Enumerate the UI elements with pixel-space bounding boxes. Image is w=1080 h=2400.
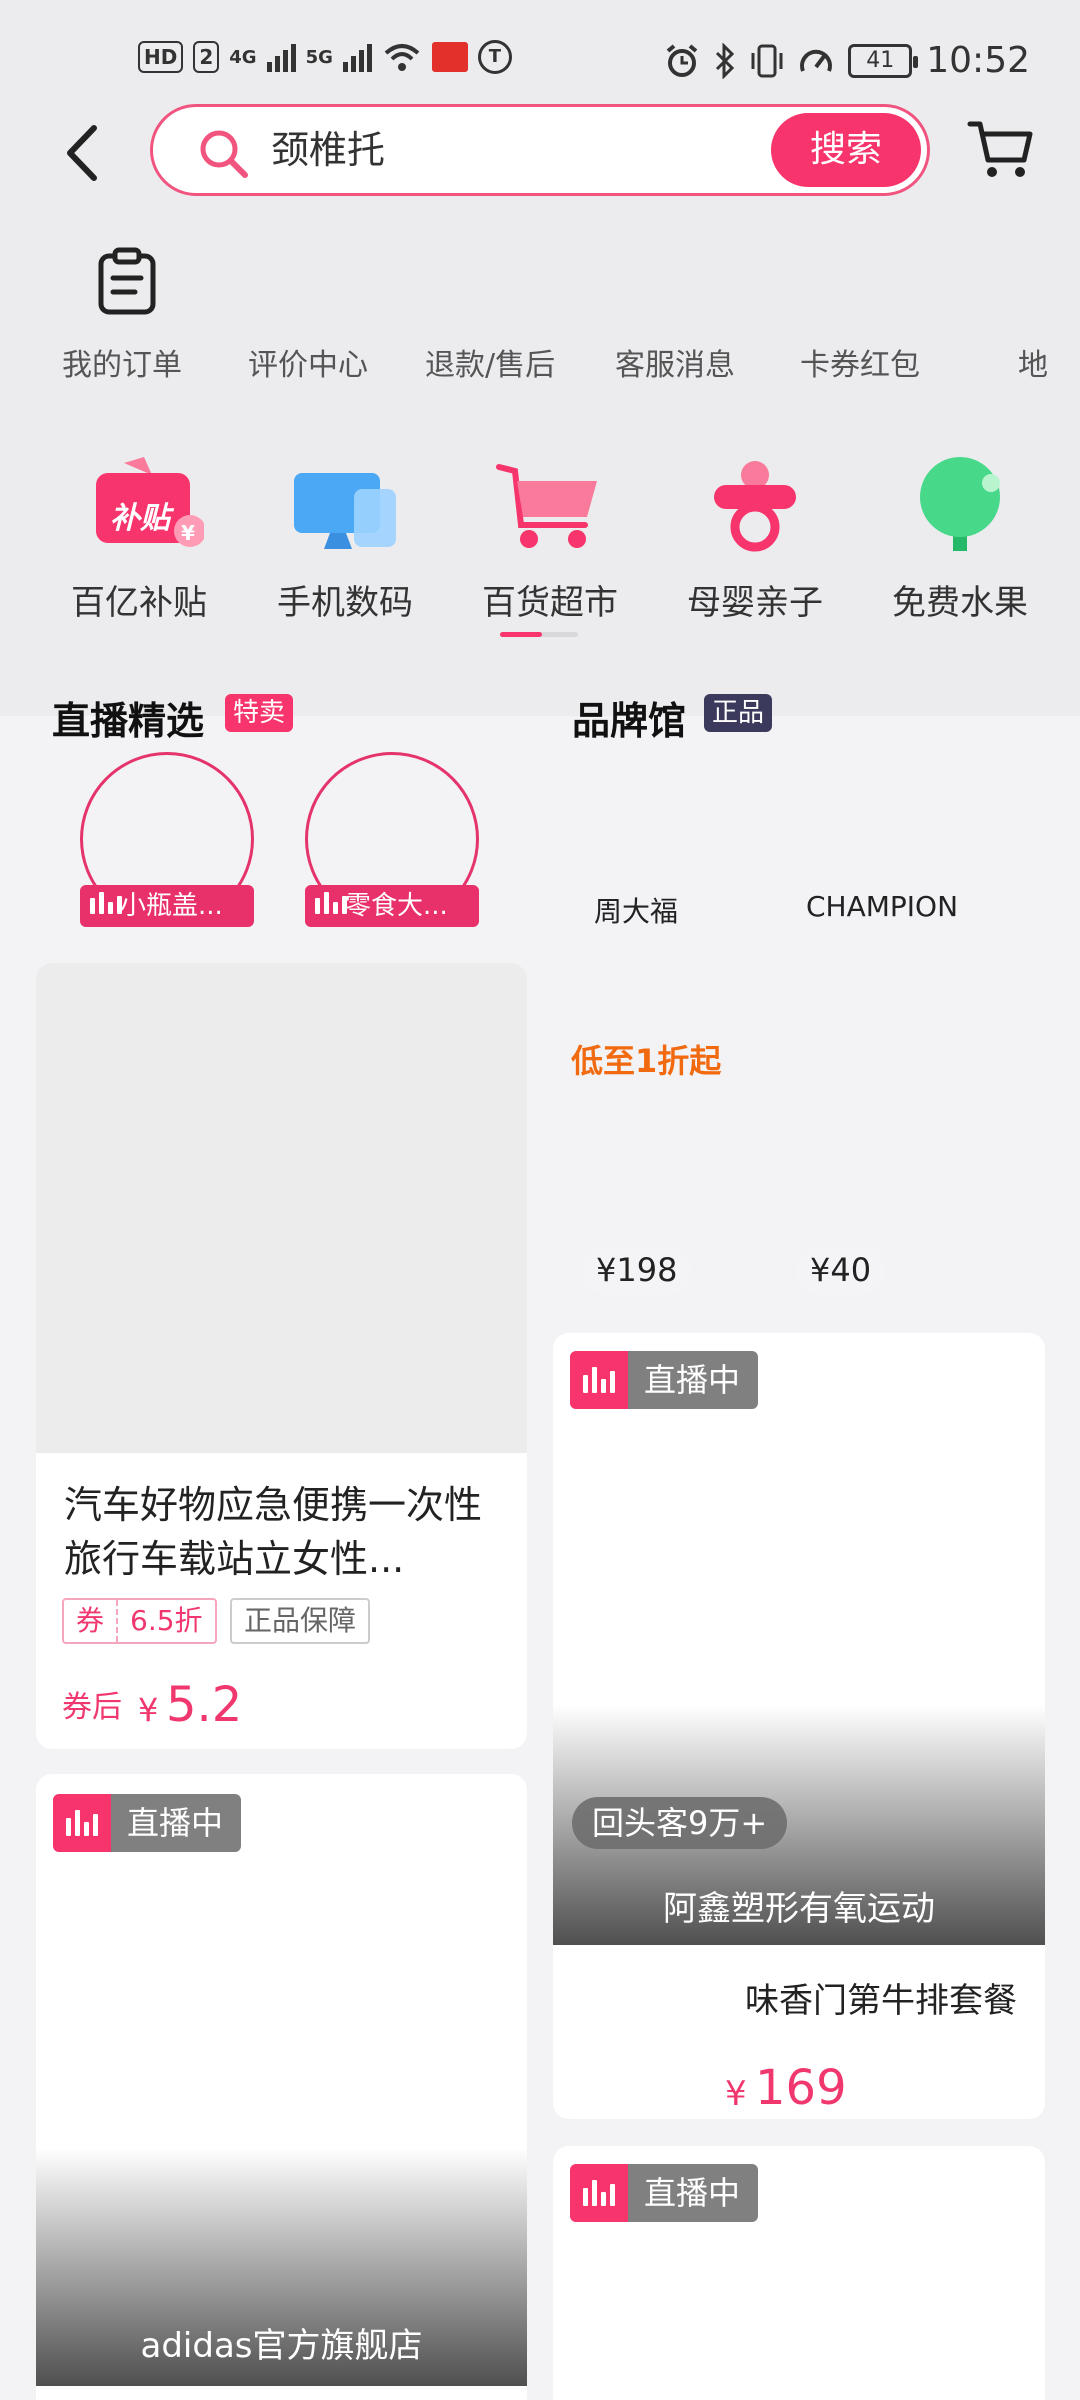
clock: 10:52 — [926, 40, 1030, 81]
battery-icon: 41 — [848, 43, 919, 78]
t-circle-icon: T — [477, 40, 512, 74]
back-button[interactable] — [58, 118, 108, 188]
product-card[interactable]: 汽车好物应急便携一次性旅行车载站立女性... 券 6.5折 正品保障 券后 ¥ … — [36, 963, 527, 1749]
speed-icon — [800, 49, 833, 72]
tree-icon — [920, 457, 1000, 551]
shortcut-service-messages[interactable]: 客服消息 — [615, 340, 735, 384]
coupon-tag: 券 6.5折 — [62, 1598, 217, 1644]
search-icon — [200, 130, 248, 178]
brand-name-1[interactable]: 周大福 — [594, 890, 678, 930]
chevron-left-icon — [67, 125, 97, 181]
product-price: 5.2 — [166, 1677, 243, 1733]
alarm-icon — [666, 43, 698, 77]
live-badge: 直播中 — [570, 2164, 759, 2222]
status-bar: HD 2 4G 5G T 41 10:52 — [0, 40, 1080, 90]
app-notification-icon — [431, 42, 468, 72]
brand-name-2[interactable]: CHAMPION — [806, 890, 958, 923]
category-page-indicator — [500, 632, 578, 637]
product-title[interactable]: 汽车好物应急便携一次性旅行车载站立女性... — [64, 1478, 504, 1586]
monitor-icon — [294, 473, 396, 549]
live-badge: 直播中 — [570, 1351, 759, 1409]
net-4g-label: 4G — [229, 46, 257, 68]
live-product-title[interactable]: 味香门第牛排套餐 — [745, 1973, 1017, 2022]
streamer-name: 阿鑫塑形有氧运动 — [663, 1889, 935, 1929]
status-left: HD 2 4G 5G T — [138, 40, 512, 74]
live-stream-tag-1[interactable]: 小瓶盖... — [80, 885, 254, 927]
shopping-cart-icon — [496, 464, 597, 548]
pacifier-icon — [714, 461, 796, 552]
streamer-name: adidas官方旗舰店 — [140, 2326, 423, 2366]
live-section-title[interactable]: 直播精选 — [52, 690, 204, 745]
status-right: 41 10:52 — [664, 40, 1030, 81]
subsidy-icon-text: 补贴 — [110, 501, 170, 536]
live-badge-label: 直播中 — [628, 2164, 759, 2222]
live-badge-label: 直播中 — [628, 1351, 759, 1409]
live-stream-name-2: 零食大... — [345, 891, 448, 921]
live-eq-icon — [90, 885, 122, 927]
cart-button[interactable] — [966, 114, 1036, 188]
brand-price-1[interactable]: ¥198 — [582, 1246, 692, 1294]
brand-promo-text[interactable]: 低至1折起 — [571, 1036, 721, 1082]
live-product-price: 169 — [755, 2060, 847, 2116]
wifi-icon — [384, 44, 420, 71]
search-button[interactable]: 搜索 — [771, 113, 921, 187]
price-currency: ¥ — [138, 1691, 159, 1729]
live-badge: 直播中 — [53, 1794, 242, 1852]
category-label-subsidy: 百亿补贴 — [71, 583, 207, 623]
live-badge-label: 直播中 — [111, 1794, 242, 1852]
subsidy-icon-currency: ¥ — [181, 521, 195, 545]
shortcut-address[interactable]: 地 — [1018, 340, 1048, 384]
price-prefix: 券后 — [62, 1690, 122, 1725]
live-stream-name-1: 小瓶盖... — [120, 891, 223, 921]
live-stream-card-2[interactable]: 直播中 — [553, 2146, 1045, 2400]
category-label-baby: 母婴亲子 — [687, 583, 823, 623]
live-stream-card[interactable]: 直播中 adidas官方旗舰店 — [36, 1774, 527, 2400]
shortcut-my-orders[interactable]: 我的订单 — [62, 340, 182, 384]
category-label-digital: 手机数码 — [277, 583, 413, 623]
category-label-free-fruit: 免费水果 — [892, 583, 1028, 623]
vibrate-icon — [751, 44, 783, 77]
brand-section-title[interactable]: 品牌馆 — [572, 690, 686, 745]
coupon-label: 券 — [64, 1600, 119, 1642]
hd-badge: HD — [138, 41, 184, 73]
category-label-supermarket: 百货超市 — [482, 583, 618, 623]
cart-icon — [967, 121, 1033, 177]
search-bar[interactable]: 颈椎托 搜索 — [150, 104, 930, 196]
live-eq-icon — [570, 1351, 628, 1409]
live-thumbnail[interactable] — [553, 1333, 1045, 1945]
search-input[interactable]: 颈椎托 — [271, 123, 385, 177]
shortcut-coupons[interactable]: 卡券红包 — [800, 340, 920, 384]
live-section-badge: 特卖 — [225, 694, 294, 732]
live-price-currency: ¥ — [725, 2074, 747, 2114]
authentic-tag: 正品保障 — [230, 1598, 371, 1644]
live-stream-tag-2[interactable]: 零食大... — [305, 885, 479, 927]
order-icon[interactable] — [95, 246, 159, 320]
live-product-card[interactable]: 直播中 回头客9万+ 阿鑫塑形有氧运动 味香门第牛排套餐 ¥ 169 — [553, 1333, 1045, 2119]
clipboard-icon — [98, 247, 156, 315]
shortcut-review-center[interactable]: 评价中心 — [248, 340, 368, 384]
coupon-value: 6.5折 — [130, 1604, 203, 1637]
signal-icon-2 — [342, 42, 372, 72]
live-eq-icon — [53, 1794, 111, 1852]
product-image[interactable] — [36, 963, 527, 1453]
shortcut-refund[interactable]: 退款/售后 — [425, 340, 555, 384]
sim-badge: 2 — [193, 41, 220, 73]
signal-icon — [266, 42, 296, 72]
bluetooth-icon — [716, 42, 735, 79]
returning-customers-tag: 回头客9万+ — [572, 1797, 788, 1849]
brand-price-2[interactable]: ¥40 — [796, 1246, 886, 1294]
live-eq-icon — [570, 2164, 628, 2222]
net-5g-label: 5G — [305, 46, 333, 68]
live-eq-icon — [315, 885, 347, 927]
brand-section-badge: 正品 — [704, 694, 773, 732]
